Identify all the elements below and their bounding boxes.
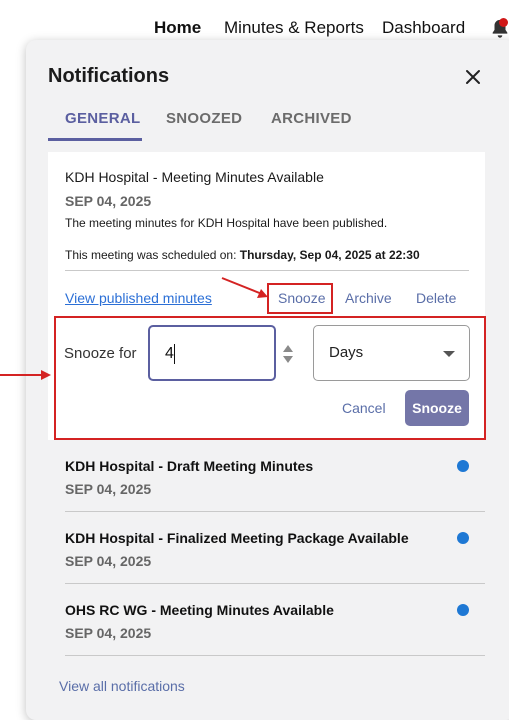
snooze-unit-value: Days [329,344,364,361]
item-date: SEP 04, 2025 [65,553,152,569]
schedule-value: Thursday, Sep 04, 2025 at 22:30 [239,248,420,262]
unread-indicator [457,460,469,472]
delete-button[interactable]: Delete [416,290,456,306]
unread-indicator [457,532,469,544]
archive-button[interactable]: Archive [345,290,392,306]
snooze-amount-input[interactable]: 4 [148,325,293,381]
notification-body: The meeting minutes for KDH Hospital hav… [65,216,388,230]
item-date: SEP 04, 2025 [65,625,152,641]
nav-dashboard[interactable]: Dashboard [382,18,465,38]
snooze-submit-button[interactable]: Snooze [405,390,469,426]
item-title: KDH Hospital - Finalized Meeting Package… [65,530,409,546]
cancel-button[interactable]: Cancel [342,400,386,416]
schedule-prefix: This meeting was scheduled on: [65,248,240,262]
snooze-form: Snooze for 4 Days Cancel Snooze [54,316,486,440]
notification-schedule: This meeting was scheduled on: Thursday,… [65,248,420,262]
chevron-down-icon [443,351,455,357]
tab-snoozed[interactable]: SNOOZED [166,110,242,127]
spinner-arrows-icon[interactable] [282,344,294,364]
annotation-arrow-icon [0,370,51,380]
active-tab-indicator [48,138,142,141]
nav-minutes-reports[interactable]: Minutes & Reports [224,18,364,38]
list-item[interactable]: OHS RC WG - Meeting Minutes Available SE… [48,584,485,656]
view-all-notifications-link[interactable]: View all notifications [59,678,185,694]
item-date: SEP 04, 2025 [65,481,152,497]
unread-indicator [457,604,469,616]
list-item[interactable]: KDH Hospital - Finalized Meeting Package… [48,512,485,584]
notification-date: SEP 04, 2025 [65,193,152,209]
snooze-amount-value: 4 [165,345,174,362]
text-caret [174,344,175,364]
tab-archived[interactable]: ARCHIVED [271,110,352,127]
nav-home[interactable]: Home [154,18,201,38]
tab-general[interactable]: GENERAL [65,110,140,127]
view-published-minutes-link[interactable]: View published minutes [65,290,212,306]
snooze-label: Snooze for [64,345,137,362]
annotation-arrow-icon [221,277,268,298]
item-title: KDH Hospital - Draft Meeting Minutes [65,458,314,474]
notification-title: KDH Hospital - Meeting Minutes Available [65,169,324,185]
panel-title: Notifications [48,65,170,87]
list-item[interactable]: KDH Hospital - Draft Meeting Minutes SEP… [48,440,485,512]
divider [65,270,469,271]
snooze-button[interactable]: Snooze [278,290,325,306]
close-icon[interactable] [462,66,484,88]
snooze-unit-select[interactable]: Days [313,325,470,381]
item-title: OHS RC WG - Meeting Minutes Available [65,602,334,618]
notification-badge-dot [499,18,508,27]
divider [65,655,485,656]
notifications-panel: Notifications GENERAL SNOOZED ARCHIVED K… [26,40,509,720]
